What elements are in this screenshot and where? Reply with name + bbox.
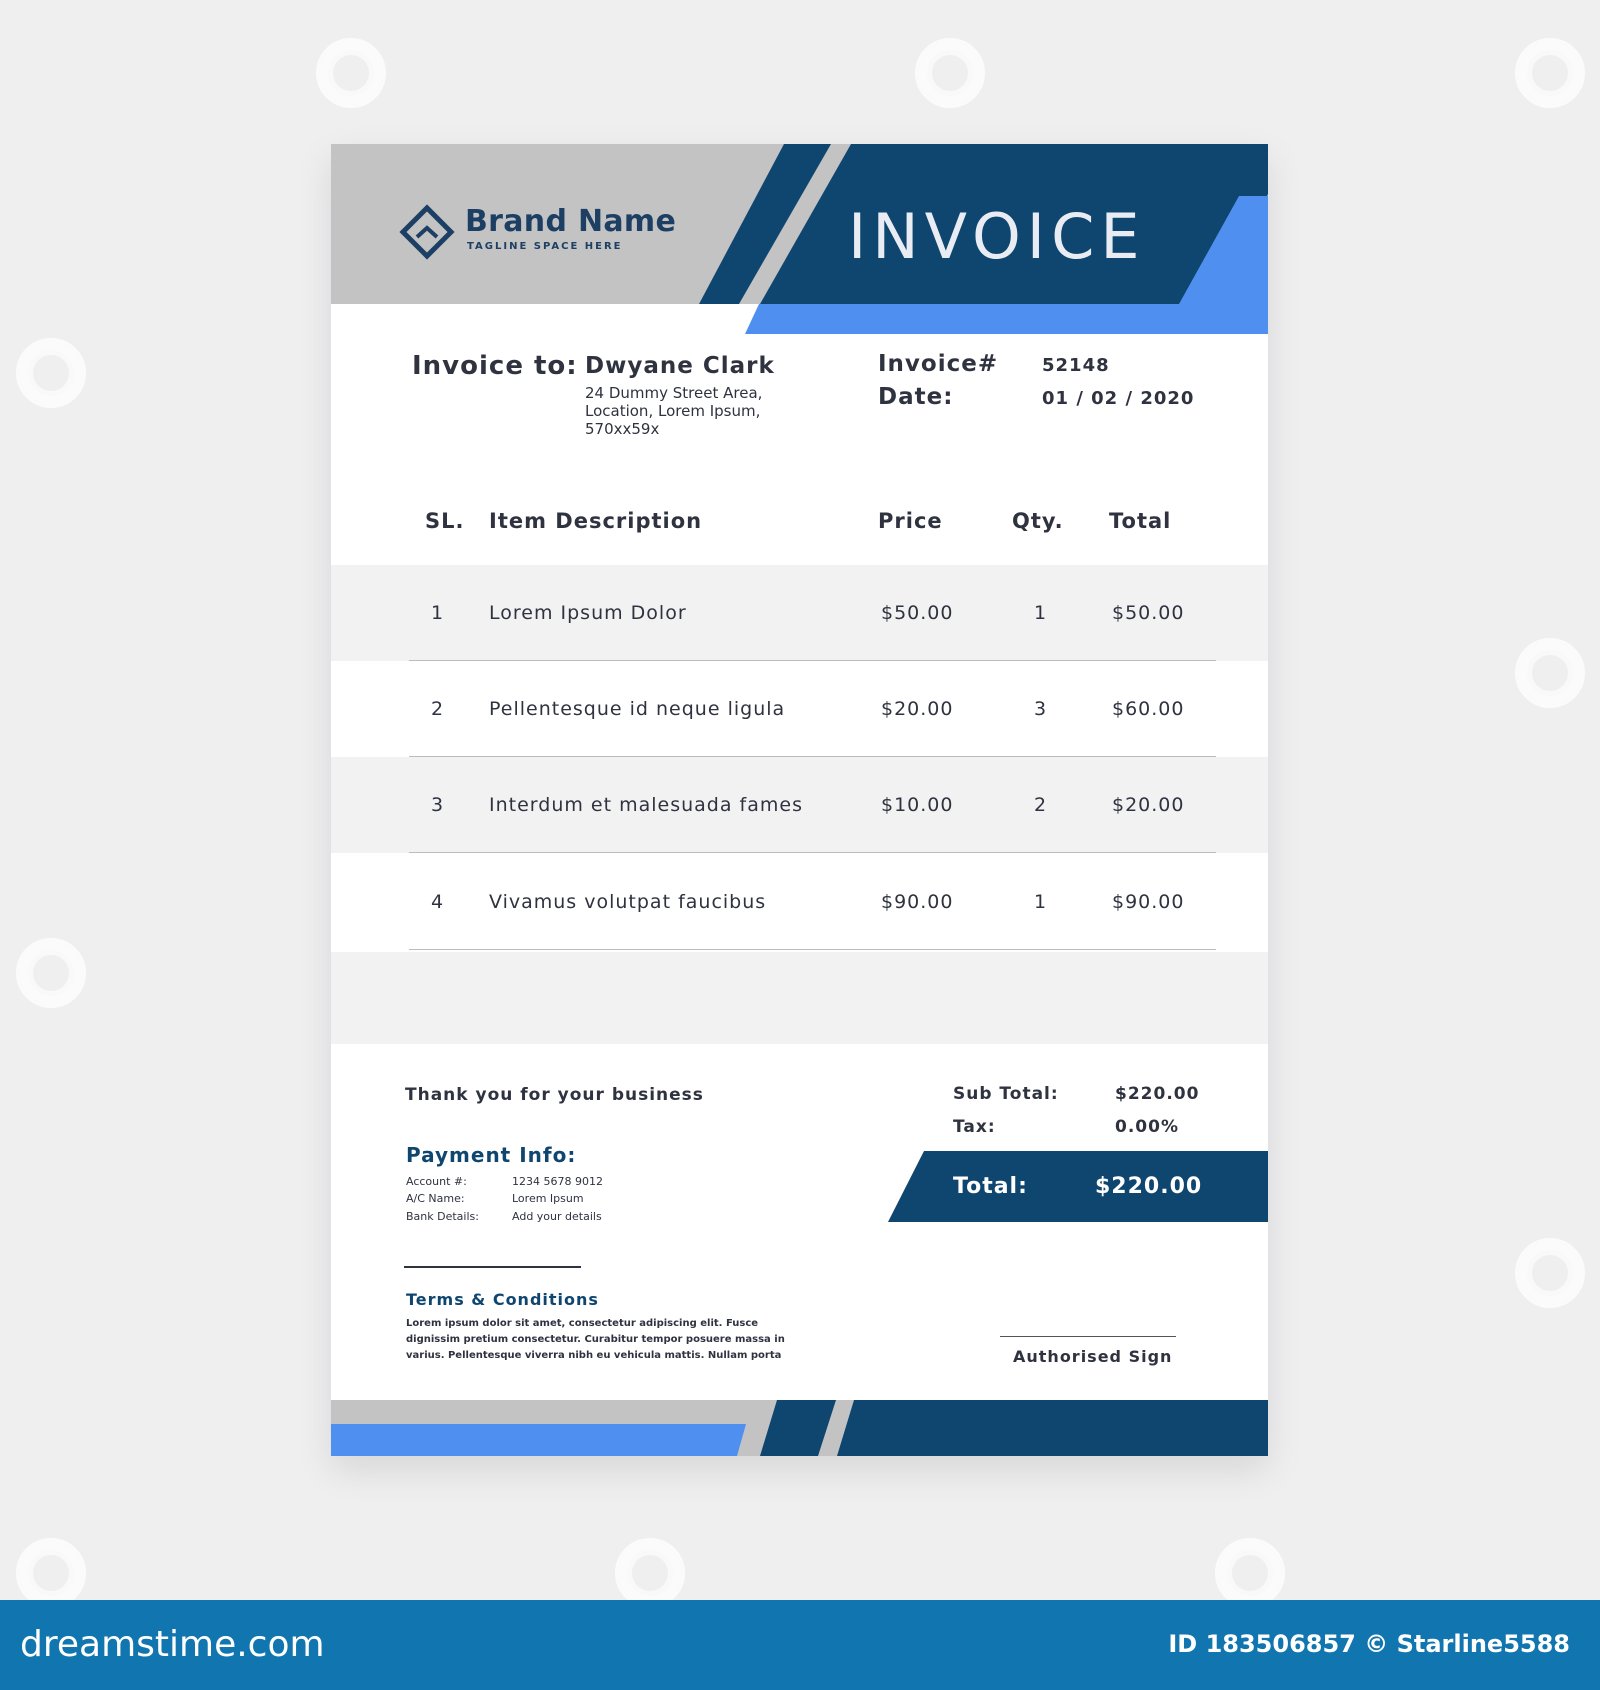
row-qty: 1 (1034, 602, 1048, 624)
watermark-spiral-icon (1515, 638, 1585, 708)
row-qty: 1 (1034, 891, 1048, 913)
tax-label: Tax: (953, 1117, 996, 1137)
table-row: 2 Pellentesque id neque ligula $20.00 3 … (331, 661, 1268, 757)
table-row: 4 Vivamus volutpat faucibus $90.00 1 $90… (331, 854, 1268, 950)
thank-you-note: Thank you for your business (405, 1085, 704, 1105)
account-label: Account #: (406, 1175, 467, 1188)
watermark-spiral-icon (615, 1538, 685, 1608)
row-sl: 1 (431, 602, 445, 624)
header-description: Item Description (489, 509, 703, 533)
watermark-spiral-icon (1215, 1538, 1285, 1608)
row-price: $20.00 (881, 698, 954, 720)
authorised-sign: Authorised Sign (1013, 1347, 1173, 1366)
subtotal-value: $220.00 (1115, 1084, 1200, 1104)
terms-line: varius. Pellentesque viverra nibh eu veh… (406, 1350, 782, 1361)
bank-details-label: Bank Details: (406, 1210, 479, 1223)
terms-line: Lorem ipsum dolor sit amet, consectetur … (406, 1318, 759, 1329)
row-description: Interdum et malesuada fames (489, 794, 803, 816)
brand-tagline: TAGLINE SPACE HERE (467, 241, 623, 252)
terms-line: dignissim pretium consectetur. Curabitur… (406, 1334, 785, 1345)
row-qty: 2 (1034, 794, 1048, 816)
stock-site-name: dreamstime.com (20, 1624, 325, 1665)
row-price: $90.00 (881, 891, 954, 913)
stock-image-id: ID 183506857 © Starline5588 (1168, 1630, 1570, 1658)
row-sl: 3 (431, 794, 445, 816)
watermark-spiral-icon (1515, 1238, 1585, 1308)
row-total: $50.00 (1112, 602, 1185, 624)
table-row: 3 Interdum et malesuada fames $10.00 2 $… (331, 757, 1268, 853)
watermark-spiral-icon (1515, 38, 1585, 108)
row-description: Lorem Ipsum Dolor (489, 602, 687, 624)
header-price: Price (878, 509, 943, 533)
brand-diamond-icon (399, 204, 455, 260)
invoice-page: Brand Name TAGLINE SPACE HERE INVOICE In… (331, 144, 1268, 1456)
total-label: Total: (953, 1174, 1028, 1199)
row-sl: 2 (431, 698, 445, 720)
divider-line (404, 1266, 581, 1268)
header-sl: SL. (425, 509, 465, 533)
tax-value: 0.00% (1115, 1117, 1179, 1137)
ac-name-value: Lorem Ipsum (512, 1192, 584, 1205)
table-row: 1 Lorem Ipsum Dolor $50.00 1 $50.00 (331, 565, 1268, 661)
address-line: Location, Lorem Ipsum, (585, 402, 761, 420)
row-total: $90.00 (1112, 891, 1185, 913)
invoice-number: 52148 (1042, 355, 1110, 376)
total-banner (888, 1151, 1268, 1222)
client-address: 24 Dummy Street Area, Location, Lorem Ip… (585, 384, 762, 438)
watermark-spiral-icon (16, 1538, 86, 1608)
client-name: Dwyane Clark (585, 353, 775, 379)
address-line: 570xx59x (585, 420, 660, 438)
ac-name-label: A/C Name: (406, 1192, 465, 1205)
terms-title: Terms & Conditions (406, 1290, 599, 1309)
row-total: $60.00 (1112, 698, 1185, 720)
account-value: 1234 5678 9012 (512, 1175, 603, 1188)
date-label: Date: (878, 384, 954, 410)
invoice-date: 01 / 02 / 2020 (1042, 388, 1195, 409)
terms-text: Lorem ipsum dolor sit amet, consectetur … (406, 1316, 806, 1364)
total-value: $220.00 (1095, 1174, 1203, 1199)
signature-line (1000, 1336, 1176, 1337)
footer-banner (331, 1400, 1268, 1456)
subtotal-label: Sub Total: (953, 1084, 1059, 1104)
row-total: $20.00 (1112, 794, 1185, 816)
watermark-spiral-icon (16, 938, 86, 1008)
watermark-spiral-icon (316, 38, 386, 108)
invoice-to-label: Invoice to: (412, 351, 578, 381)
row-description: Vivamus volutpat faucibus (489, 891, 767, 913)
invoice-title: INVOICE (848, 200, 1146, 273)
stock-footer-bar: dreamstime.com ID 183506857 © Starline55… (0, 1600, 1600, 1690)
row-divider (409, 852, 1216, 853)
watermark-spiral-icon (16, 338, 86, 408)
table-blank-band (331, 952, 1268, 1044)
header-total: Total (1109, 509, 1172, 533)
row-divider (409, 949, 1216, 950)
brand-name: Brand Name (465, 204, 677, 239)
header-qty: Qty. (1012, 509, 1064, 533)
address-line: 24 Dummy Street Area, (585, 384, 763, 402)
row-qty: 3 (1034, 698, 1048, 720)
row-sl: 4 (431, 891, 445, 913)
bank-details-value: Add your details (512, 1210, 602, 1223)
watermark-spiral-icon (915, 38, 985, 108)
invoice-number-label: Invoice# (878, 351, 999, 377)
payment-info-title: Payment Info: (406, 1143, 577, 1167)
row-price: $10.00 (881, 794, 954, 816)
row-description: Pellentesque id neque ligula (489, 698, 786, 720)
row-price: $50.00 (881, 602, 954, 624)
